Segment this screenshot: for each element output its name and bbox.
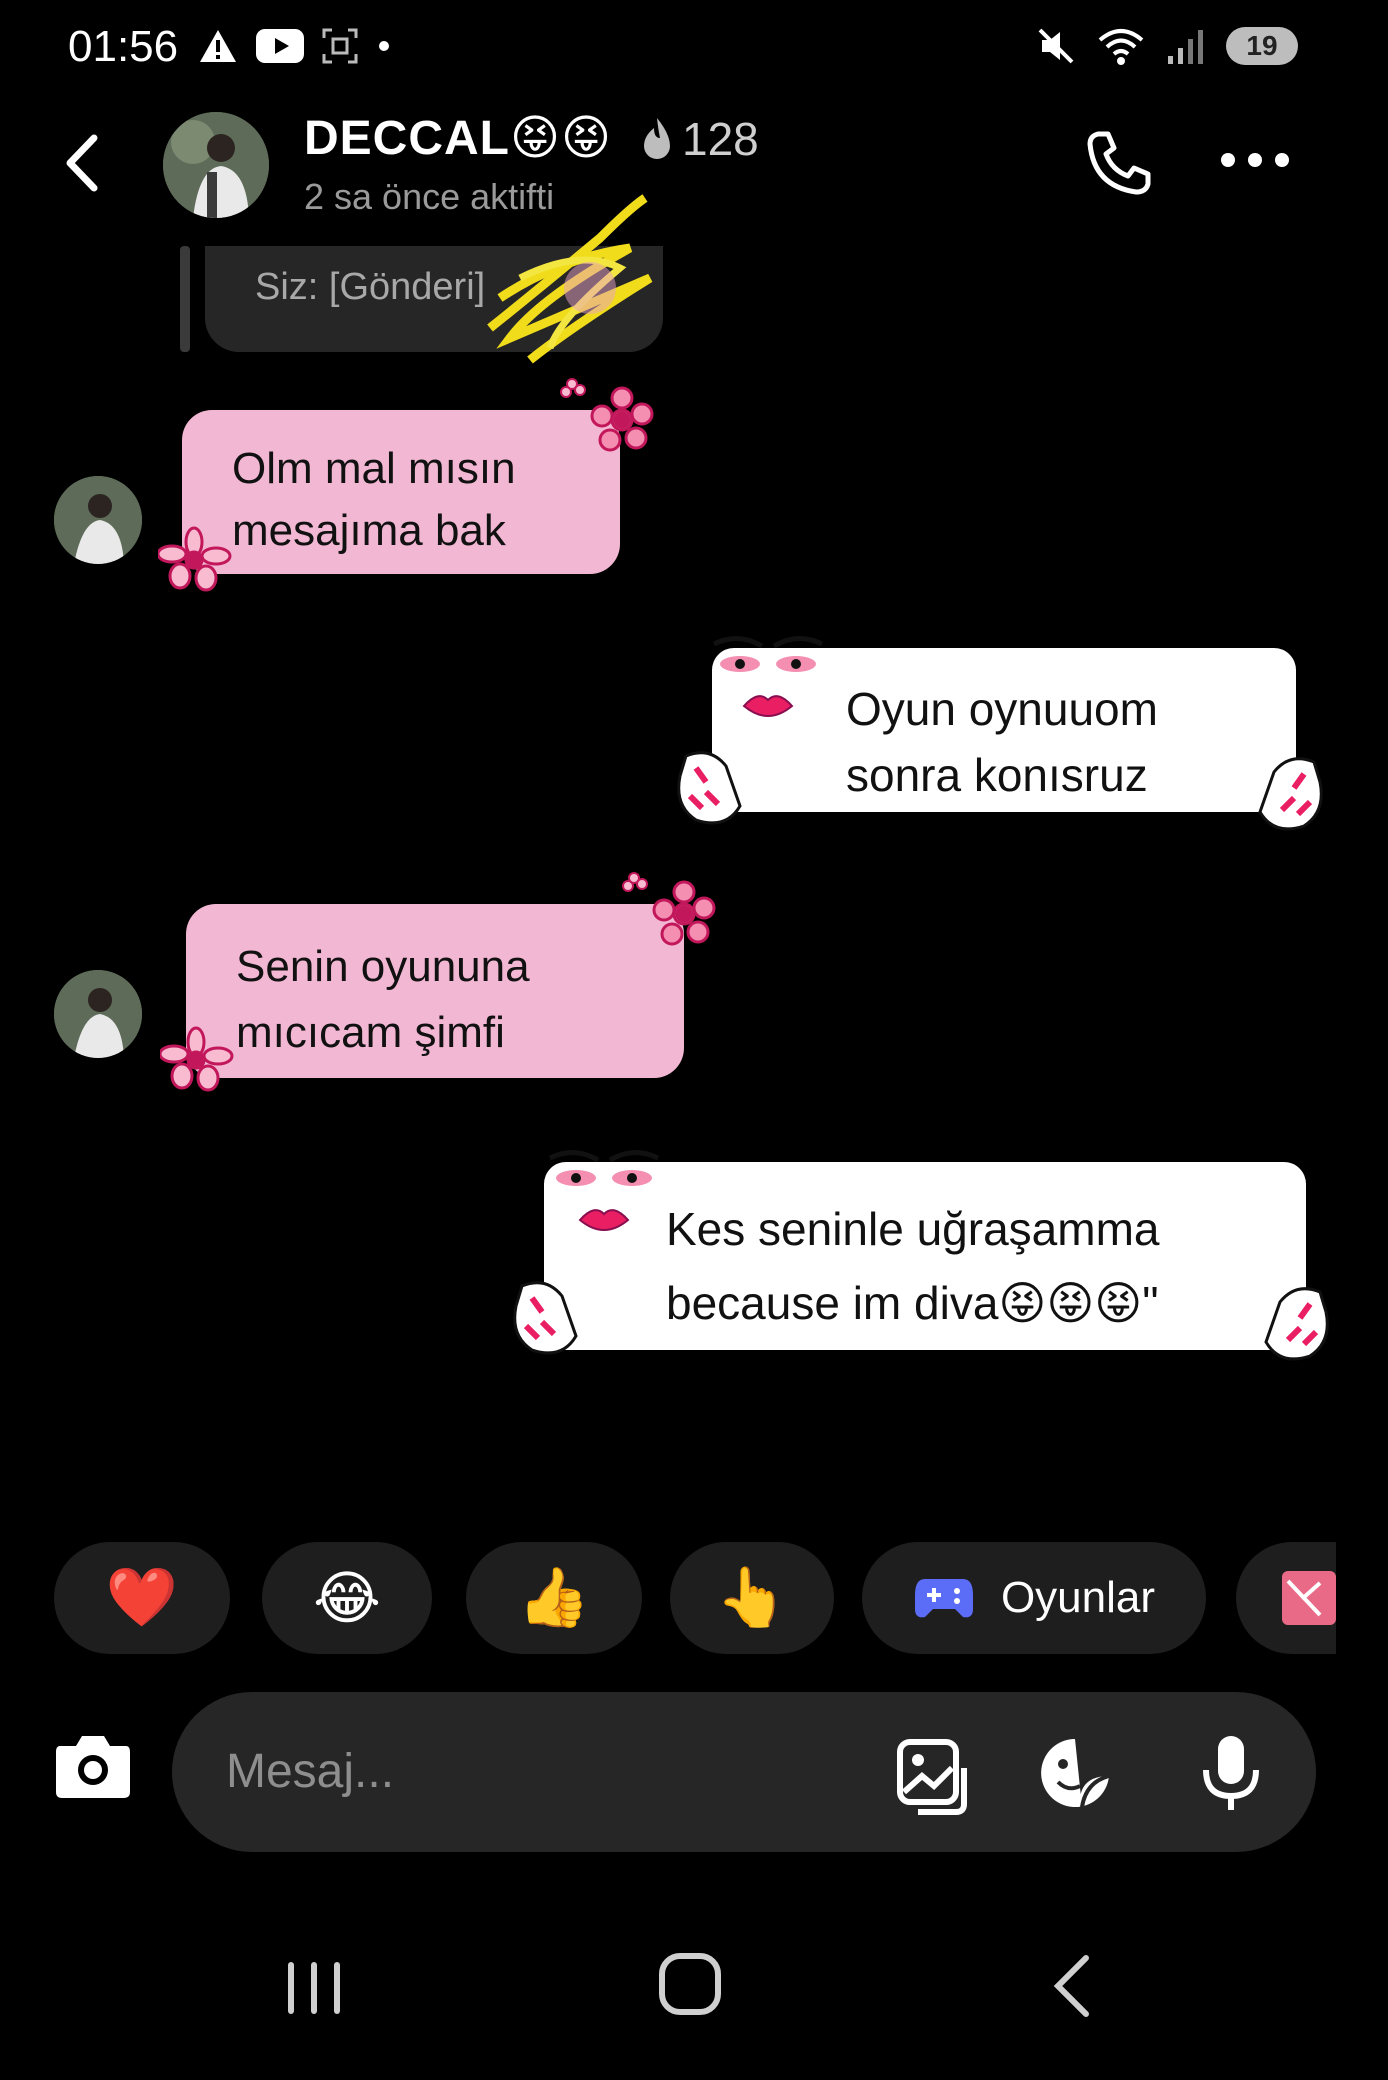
status-left-icons	[198, 28, 392, 64]
signal-icon	[1168, 30, 1203, 64]
flower-decoration	[158, 526, 232, 592]
diva-hand-right	[1258, 757, 1323, 831]
diva-face-sticker	[712, 636, 824, 717]
recent-apps-icon[interactable]	[284, 1958, 344, 2018]
message-input[interactable]: Mesaj...	[226, 1744, 394, 1799]
message-line: Kes seninle uğraşamma	[666, 1203, 1160, 1255]
screenshot-icon	[322, 28, 358, 64]
games-label: Oyunlar	[1000, 1573, 1156, 1622]
diva-hand-right	[1264, 1287, 1329, 1361]
sender-avatar[interactable]	[54, 476, 142, 564]
message-bubble-received[interactable]: Senin oyununa mıcıcam şimfi	[186, 904, 684, 1078]
dot-icon	[379, 41, 389, 51]
wifi-icon	[1098, 29, 1144, 65]
diva-hand-left	[677, 751, 742, 825]
flower-decoration	[560, 378, 654, 452]
card-icon	[1282, 1571, 1336, 1625]
flower-decoration	[622, 872, 716, 946]
flame-icon	[644, 118, 670, 159]
back-arrow-icon[interactable]	[58, 128, 108, 198]
more-icon[interactable]	[1220, 150, 1290, 170]
quick-point-up-button[interactable]: 👆	[670, 1542, 834, 1654]
nav-back-icon[interactable]	[1050, 1954, 1094, 2018]
message-line: because im diva😝😝😝"	[666, 1277, 1159, 1329]
phone-icon[interactable]	[1084, 128, 1154, 198]
heart-icon: ❤️	[105, 1565, 179, 1630]
contact-name[interactable]: DECCAL😝😝	[304, 110, 612, 166]
quick-heart-button[interactable]: ❤️	[54, 1542, 230, 1654]
pointing-up-icon: 👆	[715, 1565, 789, 1630]
status-bar: 01:56 19	[0, 0, 1388, 96]
mute-icon	[1038, 28, 1074, 64]
scribble-mark	[487, 194, 653, 364]
games-button[interactable]: Oyunlar	[862, 1542, 1206, 1654]
message-line: Oyun oynuuom	[846, 683, 1158, 735]
message-line: sonra konısruz	[846, 749, 1148, 801]
contact-avatar[interactable]	[163, 112, 269, 218]
sticker-icon[interactable]	[1038, 1736, 1112, 1810]
sender-avatar[interactable]	[54, 970, 142, 1058]
thumbs-up-icon: 👍	[517, 1565, 591, 1630]
laughing-emoji-icon: 😂	[313, 1566, 381, 1631]
warning-icon	[200, 30, 236, 62]
message-line: mıcıcam şimfi	[236, 1008, 505, 1057]
home-icon[interactable]	[658, 1952, 722, 2016]
quick-thumbs-up-button[interactable]: 👍	[466, 1542, 642, 1654]
flower-decoration	[160, 1026, 234, 1092]
reply-quote-bar	[180, 246, 190, 352]
streak-badge: 128	[640, 112, 759, 166]
status-time: 01:56	[68, 22, 179, 71]
streak-count: 128	[682, 113, 759, 165]
diva-hand-left	[513, 1281, 578, 1355]
camera-icon[interactable]	[54, 1730, 132, 1800]
battery-indicator: 19	[1226, 27, 1298, 65]
status-right-icons: 19	[1036, 26, 1298, 66]
diva-face-sticker	[548, 1150, 660, 1231]
quick-more-chip[interactable]	[1236, 1542, 1336, 1654]
microphone-icon[interactable]	[1200, 1734, 1262, 1814]
message-line: mesajıma bak	[232, 506, 506, 555]
youtube-icon	[256, 29, 304, 63]
quick-laugh-button[interactable]: 😂	[262, 1542, 432, 1654]
game-controller-icon	[914, 1579, 973, 1618]
gallery-icon[interactable]	[896, 1738, 972, 1818]
